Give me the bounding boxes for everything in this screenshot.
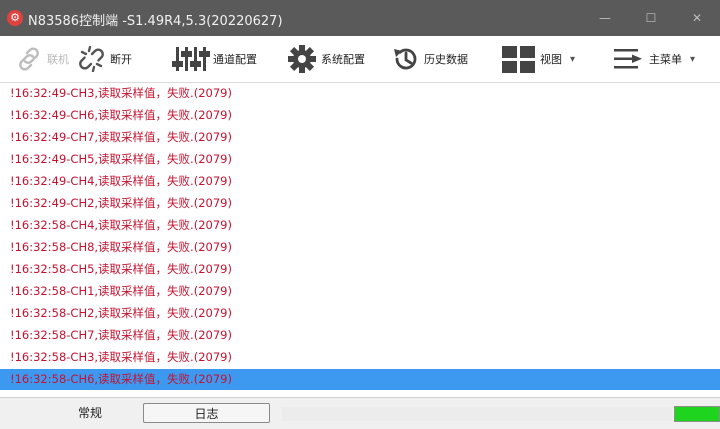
channel-config-button[interactable]: 通道配置 — [170, 36, 257, 82]
system-config-button[interactable]: 系统配置 — [286, 36, 365, 82]
history-clock-icon — [391, 45, 424, 73]
toolbar: 联机 断开 通道配置 系统配置 历史数据 视图 ▾ 主菜单 ▾ — [0, 36, 720, 83]
maximize-icon: ☐ — [645, 11, 657, 25]
view-menu-button[interactable]: 视图 ▾ — [501, 36, 575, 82]
view-menu-label: 视图 — [540, 53, 562, 66]
status-panel — [282, 407, 672, 421]
main-menu-icon — [612, 46, 649, 72]
tab-general[interactable]: 常规 — [60, 403, 120, 423]
history-data-button[interactable]: 历史数据 — [391, 36, 468, 82]
log-entry[interactable]: !16:32:49-CH7,读取采样值，失败.(2079) — [0, 127, 720, 148]
connect-label: 联机 — [47, 53, 69, 66]
log-entry-selected[interactable]: !16:32:58-CH6,读取采样值，失败.(2079) — [0, 369, 720, 390]
log-entry[interactable]: !16:32:49-CH4,读取采样值，失败.(2079) — [0, 171, 720, 192]
grid-view-icon — [501, 44, 540, 74]
chevron-down-icon: ▾ — [690, 53, 696, 65]
disconnect-icon — [77, 46, 110, 72]
log-entry[interactable]: !16:32:49-CH3,读取采样值，失败.(2079) — [0, 83, 720, 104]
title-bar: ⚙ N83586控制端 -S1.49R4,5.3(20220627) — ☐ ✕ — [0, 0, 720, 36]
disconnect-button[interactable]: 断开 — [77, 36, 132, 82]
log-list[interactable]: !16:32:49-CH3,读取采样值，失败.(2079) !16:32:49-… — [0, 83, 720, 396]
chevron-down-icon: ▾ — [570, 53, 576, 65]
minimize-button[interactable]: — — [582, 0, 628, 36]
log-entry[interactable]: !16:32:58-CH4,读取采样值，失败.(2079) — [0, 215, 720, 236]
gear-icon — [286, 44, 321, 74]
log-entry[interactable]: !16:32:58-CH5,读取采样值，失败.(2079) — [0, 259, 720, 280]
log-entry[interactable]: !16:32:49-CH6,读取采样值，失败.(2079) — [0, 105, 720, 126]
disconnect-label: 断开 — [110, 53, 132, 66]
channel-config-label: 通道配置 — [213, 53, 257, 66]
close-icon: ✕ — [691, 11, 703, 25]
log-entry[interactable]: !16:32:58-CH8,读取采样值，失败.(2079) — [0, 237, 720, 258]
log-entry[interactable]: !16:32:49-CH5,读取采样值，失败.(2079) — [0, 149, 720, 170]
status-bar: 常规 日志 — [0, 397, 720, 429]
log-entry[interactable]: !16:32:58-CH3,读取采样值，失败.(2079) — [0, 347, 720, 368]
minimize-icon: — — [599, 11, 611, 25]
log-entry[interactable]: !16:32:49-CH2,读取采样值，失败.(2079) — [0, 193, 720, 214]
system-config-label: 系统配置 — [321, 53, 365, 66]
history-data-label: 历史数据 — [424, 53, 468, 66]
close-button[interactable]: ✕ — [674, 0, 720, 36]
app-logo-icon: ⚙ — [7, 10, 23, 26]
log-entry[interactable]: !16:32:58-CH2,读取采样值，失败.(2079) — [0, 303, 720, 324]
connect-button[interactable]: 联机 — [14, 36, 69, 82]
window-title: N83586控制端 -S1.49R4,5.3(20220627) — [28, 14, 283, 29]
log-entry[interactable]: !16:32:58-CH1,读取采样值，失败.(2079) — [0, 281, 720, 302]
main-menu-button[interactable]: 主菜单 ▾ — [612, 36, 695, 82]
connection-status-indicator — [674, 406, 720, 422]
main-menu-label: 主菜单 — [649, 53, 682, 66]
tab-log[interactable]: 日志 — [143, 403, 270, 423]
maximize-button[interactable]: ☐ — [628, 0, 674, 36]
status-indicator-fill — [675, 407, 719, 421]
channel-sliders-icon — [170, 44, 213, 74]
log-entry[interactable]: !16:32:58-CH7,读取采样值，失败.(2079) — [0, 325, 720, 346]
link-icon — [14, 46, 47, 72]
